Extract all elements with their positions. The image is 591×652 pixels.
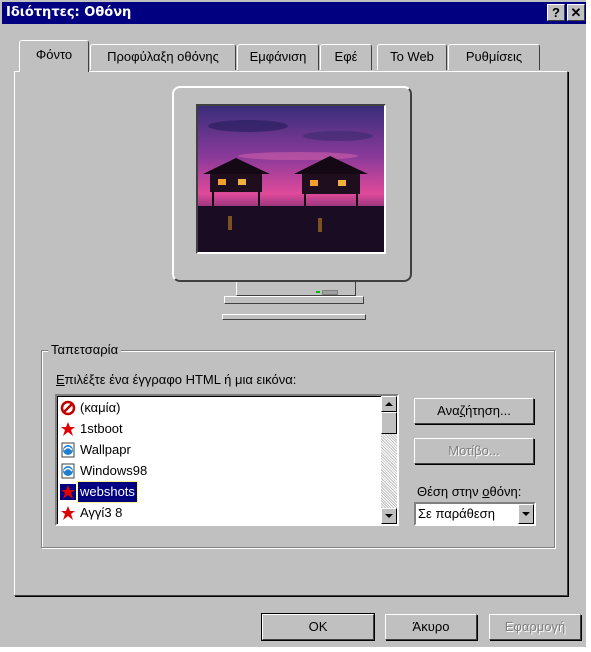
wallpaper-list[interactable]: (καμία) 1stboot Wallpapr Windows98 websh… [55,394,399,526]
close-button[interactable]: ✕ [567,4,585,21]
position-label: Θέση στην οθόνη: [417,484,522,499]
arrow-down-icon [385,514,393,518]
monitor-preview [172,86,412,282]
paint-image-icon [61,422,75,436]
arrow-up-icon [385,402,393,406]
tab-background[interactable]: Φόντο [19,40,89,72]
window-title: Ιδιότητες: Οθόνη [6,5,132,20]
cancel-button[interactable]: Άκυρο [385,614,477,640]
none-icon [60,400,76,416]
scroll-up-button[interactable] [381,396,397,412]
position-select[interactable]: Σε παράθεση [414,502,536,526]
monitor-foot [222,314,366,320]
wallpaper-list-label: Επιλέξτε ένα έγγραφο HTML ή μια εικόνα: [56,372,297,387]
scroll-thumb[interactable] [381,412,397,434]
tab-appearance[interactable]: Εμφάνιση [237,44,319,70]
paint-image-icon [61,506,75,520]
wallpaper-preview-image [196,104,386,254]
scroll-down-button[interactable] [381,508,397,524]
dropdown-button[interactable] [518,504,534,524]
paint-image-icon [60,484,76,500]
position-select-value: Σε παράθεση [418,506,495,521]
window-edge-bottom [0,647,591,652]
title-bar[interactable]: Ιδιότητες: Οθόνη ? ✕ [2,2,587,24]
ok-button[interactable]: OK [261,613,375,641]
html-document-icon [61,442,75,458]
window-edge-right [586,0,591,652]
list-scrollbar[interactable] [381,396,397,524]
pattern-button[interactable]: Μοτίβο... [414,438,534,464]
power-led-icon [316,291,320,293]
monitor-base [224,296,364,304]
browse-button[interactable]: Αναζήτηση... [414,398,534,424]
html-document-icon [61,463,75,479]
display-properties-dialog: Ιδιότητες: Οθόνη ? ✕ Φόντο Προφύλαξη οθό… [0,0,591,652]
tab-effects[interactable]: Εφέ [320,44,372,70]
tab-settings[interactable]: Ρυθμίσεις [448,44,540,70]
chevron-down-icon [522,512,530,516]
monitor-neck [236,282,356,296]
wallpaper-group-label: Ταπετσαρία [48,342,122,357]
tab-web[interactable]: Το Web [377,44,447,70]
help-button[interactable]: ? [547,4,565,21]
tab-screensaver[interactable]: Προφύλαξη οθόνης [90,44,236,70]
apply-button[interactable]: Εφαρμογή [489,614,581,640]
power-button-icon [322,290,338,295]
